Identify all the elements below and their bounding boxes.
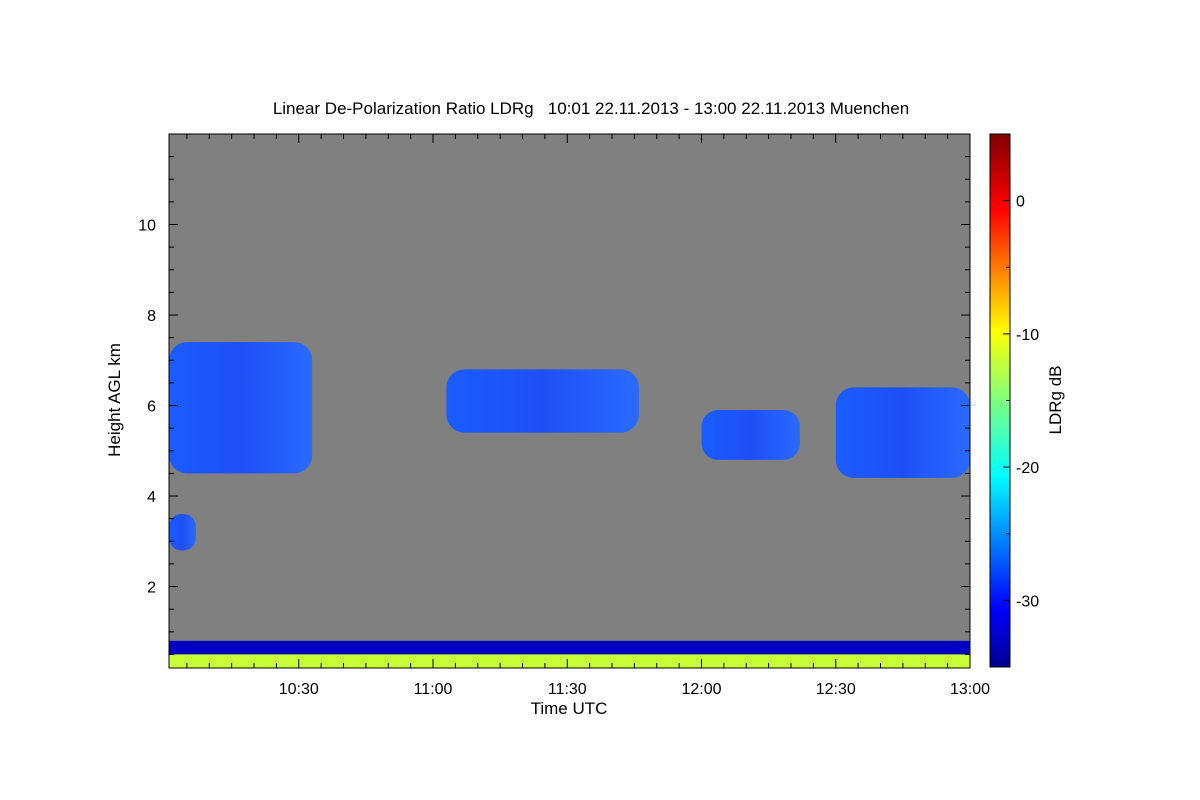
y-tick-label: 4 [147, 489, 156, 506]
x-tick-label: 13:00 [950, 681, 990, 698]
chart-title: Linear De-Polarization Ratio LDRg 10:01 … [273, 99, 909, 118]
x-axis-label: Time UTC [531, 699, 608, 718]
ldr-chart: Linear De-Polarization Ratio LDRg 10:01 … [105, 99, 1065, 718]
x-tick-label: 10:30 [279, 681, 319, 698]
y-tick-label: 8 [147, 308, 156, 325]
x-tick-label: 11:30 [548, 681, 587, 698]
x-tick-label: 11:00 [414, 681, 453, 698]
y-axis-label: Height AGL km [105, 343, 124, 457]
colorbar-label: LDRg dB [1046, 366, 1065, 435]
colorbar-tick-label: 0 [1016, 194, 1025, 211]
feature-region-5 [169, 514, 196, 551]
feature-region-1 [169, 342, 313, 474]
y-tick-label: 10 [138, 218, 156, 235]
feature-region-4 [835, 387, 970, 478]
feature-region-7 [169, 654, 970, 668]
feature-region-2 [446, 369, 639, 433]
y-tick-labels: 2 4 6 8 10 [138, 218, 156, 597]
colorbar-tick-label: -10 [1016, 327, 1039, 344]
x-tick-label: 12:00 [681, 681, 721, 698]
y-tick-label: 6 [147, 399, 156, 416]
feature-region-6 [169, 640, 970, 655]
feature-region-3 [701, 410, 800, 460]
x-tick-label: 12:30 [816, 681, 856, 698]
colorbar-tick-label: -20 [1016, 460, 1039, 477]
x-tick-labels: 10:30 11:00 11:30 12:00 12:30 13:00 [279, 681, 990, 698]
y-tick-label: 2 [147, 580, 156, 597]
colorbar-tick-label: -30 [1016, 593, 1039, 610]
